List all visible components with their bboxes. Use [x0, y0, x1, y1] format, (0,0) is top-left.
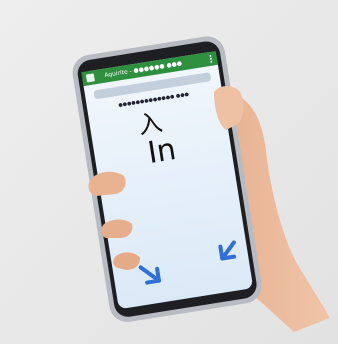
photo-scene: Aquirite - ●●●●●● ●●● ●●●●●●●●●●●●● ●●● …	[0, 0, 338, 344]
app-logo-icon	[85, 73, 95, 83]
phone-in-hand-illustration	[0, 0, 338, 344]
word-label: In	[145, 132, 179, 171]
